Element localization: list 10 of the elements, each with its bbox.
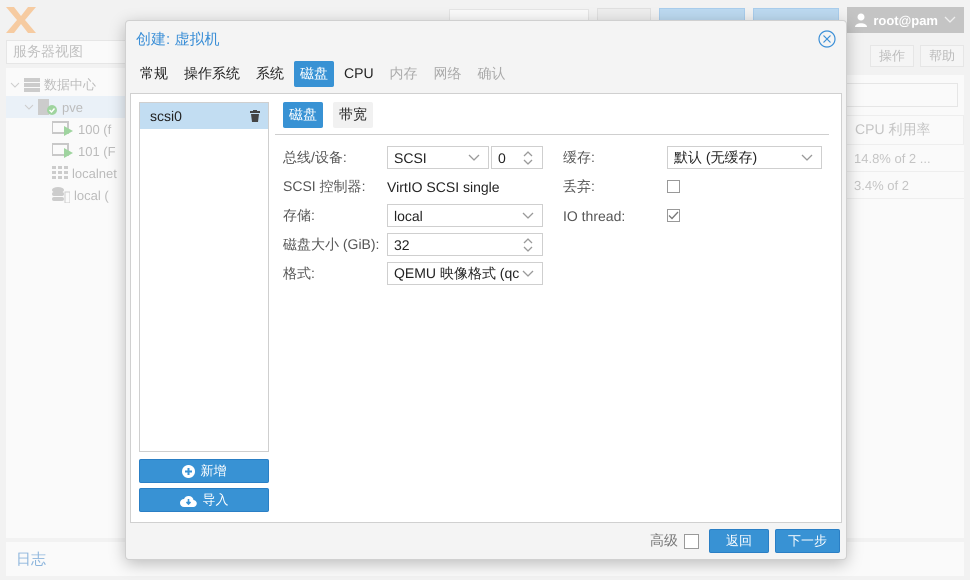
field-label: 磁盘大小 (GiB): [283, 236, 380, 254]
field-label: IO thread: [563, 208, 626, 224]
field-label: 缓存: [563, 148, 596, 166]
field-label: 存储: [283, 206, 316, 224]
field-value: VirtIO SCSI single [387, 178, 500, 194]
field-label: 格式: [283, 264, 316, 282]
field-label: 丢弃: [563, 178, 596, 196]
field-label: SCSI 控制器: [283, 178, 366, 196]
advanced-label: 高级 [650, 532, 678, 550]
field-label: 总线/设备: [283, 148, 348, 166]
